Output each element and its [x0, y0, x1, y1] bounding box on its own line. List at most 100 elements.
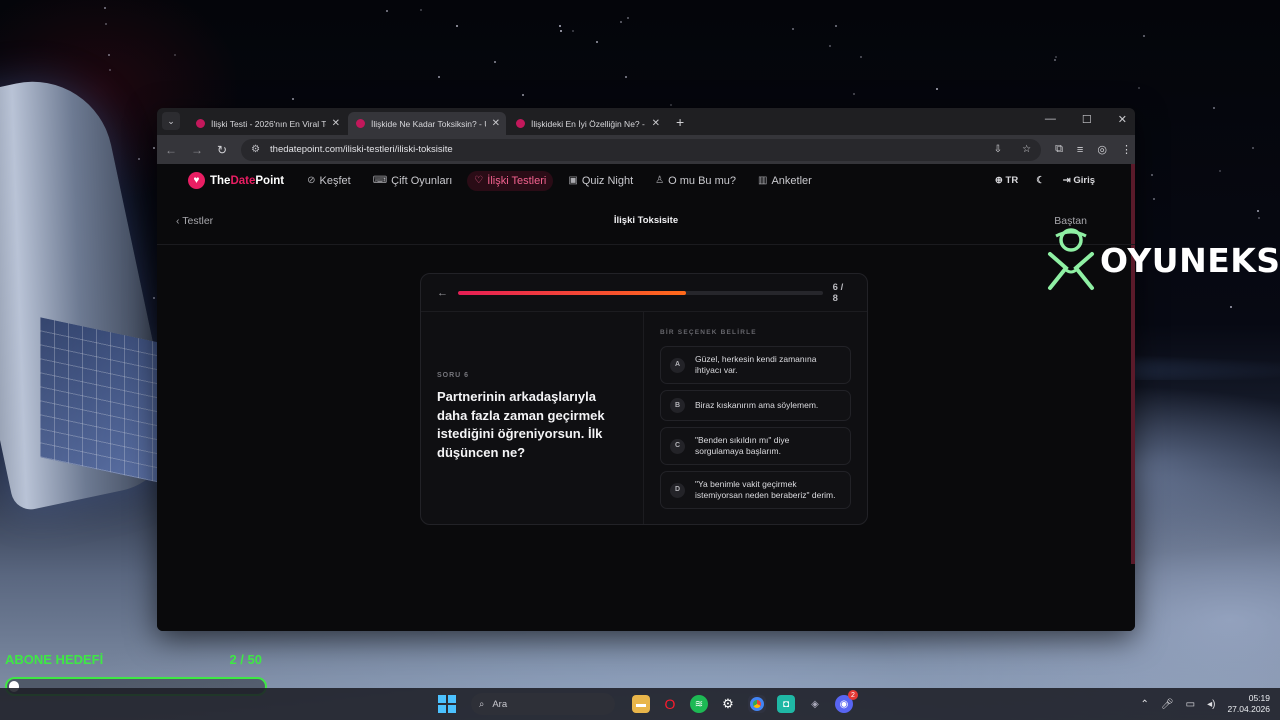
discord-icon[interactable]: ◉ 2 [835, 690, 858, 713]
file-explorer-icon[interactable]: ▬ [632, 695, 650, 713]
bookmark-star-icon[interactable]: ☆ [1022, 144, 1031, 155]
answers-column: BİR SEÇENEK BELİRLE A Güzel, herkesin ke… [644, 312, 867, 524]
media-icon[interactable]: ≡ [1077, 144, 1083, 156]
clock[interactable]: 05:19 27.04.2026 [1227, 693, 1270, 715]
star [521, 93, 524, 96]
nav-cift-oyunlari[interactable]: ⌨ Çift Oyunları [366, 171, 460, 191]
nav-anketler[interactable]: ▥ Anketler [751, 171, 819, 191]
star [571, 29, 574, 32]
monitor-icon[interactable]: ▭ [1186, 699, 1195, 710]
browser-tab-2[interactable]: İlişkide Ne Kadar Toksiksin? - Ü ✕ [348, 112, 506, 135]
heart-logo-icon: ♥ [188, 172, 205, 189]
star [1257, 217, 1260, 220]
option-a[interactable]: A Güzel, herkesin kendi zamanına ihtiyac… [660, 346, 851, 384]
nav-label: Keşfet [319, 174, 351, 187]
steam-icon[interactable]: ⚙ [719, 695, 737, 713]
star [456, 25, 459, 28]
spotify-icon[interactable]: ≋ [690, 695, 708, 713]
nav-label: O mu Bu mu? [668, 174, 736, 187]
option-c[interactable]: C "Benden sıkıldın mı" diye sorgulamaya … [660, 427, 851, 465]
taskbar-search[interactable]: ⌕ Ara [471, 693, 615, 715]
favicon-icon [196, 119, 205, 128]
nav-o-mu-bu-mu[interactable]: ♙ O mu Bu mu? [648, 171, 743, 191]
profile-icon[interactable]: ◎ [1097, 143, 1107, 156]
star [494, 60, 496, 63]
tab-title: İlişkideki En İyi Özelliğin Ne? - E [531, 118, 646, 129]
language-switch[interactable]: ⊕ TR [995, 175, 1018, 186]
nav-kesfet[interactable]: ⊘ Keşfet [300, 171, 358, 191]
maximize-icon[interactable]: ☐ [1082, 113, 1092, 126]
windows-start-icon[interactable] [438, 695, 456, 713]
microphone-icon[interactable]: 🎤︎ [1161, 699, 1174, 710]
back-arrow-icon[interactable]: ← [165, 143, 177, 157]
question-column: SORU 6 Partnerinin arkadaşlarıyla daha f… [421, 312, 644, 524]
tab-search-button[interactable]: ⌄ [162, 112, 180, 130]
progress-fill [458, 290, 686, 295]
previous-question-icon[interactable]: ← [437, 287, 448, 299]
favicon-icon [516, 119, 525, 128]
star [292, 97, 295, 100]
close-icon[interactable]: ✕ [652, 118, 660, 129]
browser-tab-1[interactable]: İlişki Testi - 2026'nın En Viral Te ✕ [188, 112, 346, 135]
restart-button[interactable]: Baştan [1054, 215, 1116, 227]
login-icon: ⇥ [1062, 175, 1071, 186]
star [560, 29, 563, 32]
nav-iliski-testleri[interactable]: ♡ İlişki Testleri [467, 170, 554, 191]
opera-icon[interactable]: O [661, 695, 679, 713]
login-label: Giriş [1073, 175, 1095, 186]
nav-label: Quiz Night [581, 174, 634, 187]
option-d[interactable]: D "Ya benimle vakit geçirmek istemiyorsa… [660, 471, 851, 509]
star [173, 54, 176, 57]
star [386, 9, 389, 12]
new-tab-icon[interactable]: + [676, 114, 684, 130]
tab-title: İlişkide Ne Kadar Toksiksin? - Ü [371, 118, 486, 129]
clock-date: 27.04.2026 [1227, 704, 1270, 714]
login-button[interactable]: ⇥ Giriş [1063, 175, 1095, 186]
star [859, 55, 862, 58]
tab-strip: ⌄ İlişki Testi - 2026'nın En Viral Te ✕ … [157, 108, 1135, 135]
astronaut-logo-icon [1048, 228, 1094, 290]
browser-tab-3[interactable]: İlişkideki En İyi Özelliğin Ne? - E ✕ [508, 112, 666, 135]
close-window-icon[interactable]: ✕ [1118, 113, 1127, 126]
star [936, 88, 939, 91]
back-to-tests-link[interactable]: ‹ Testler [176, 215, 213, 227]
volume-icon[interactable]: ◂) [1207, 699, 1215, 710]
solar-panel [40, 317, 160, 483]
star [419, 9, 422, 12]
install-app-icon[interactable]: ⇩ [994, 144, 1002, 155]
quiz-subheader: ‹ Testler İlişki Toksisite Baştan [157, 197, 1135, 245]
theme-toggle-moon-icon[interactable]: ☾ [1036, 175, 1045, 186]
menu-icon[interactable]: ⋮ [1121, 143, 1132, 156]
reload-icon[interactable]: ↻ [217, 143, 227, 157]
question-text: Partnerinin arkadaşlarıyla daha fazla za… [437, 389, 605, 460]
options-heading: BİR SEÇENEK BELİRLE [660, 329, 757, 336]
back-label: Testler [182, 214, 214, 227]
site-logo[interactable]: ♥ TheDatePoint [188, 172, 284, 189]
close-icon[interactable]: ✕ [492, 118, 500, 129]
board-icon: ▣ [568, 175, 578, 186]
language-label: TR [1005, 175, 1019, 186]
game-launcher-icon[interactable]: ◘ [777, 695, 795, 713]
site-header: ♥ TheDatePoint ⊘ Keşfet ⌨ Çift Oyunları … [157, 164, 1135, 197]
chrome-icon[interactable] [748, 695, 766, 713]
url-field[interactable]: ⚙ thedatepoint.com/iliski-testleri/ilisk… [241, 138, 1042, 161]
gamepad-icon: ⌨ [372, 175, 388, 186]
close-icon[interactable]: ✕ [332, 118, 340, 129]
option-letter: D [670, 482, 685, 498]
minimize-icon[interactable]: — [1045, 113, 1056, 126]
option-text: "Ya benimle vakit geçirmek istemiyorsan … [695, 478, 836, 501]
address-bar: ← → ↻ ⚙ thedatepoint.com/iliski-testleri… [157, 135, 1135, 164]
clock-time: 05:19 [1248, 693, 1270, 703]
search-icon: ⌕ [479, 698, 485, 710]
network-app-icon[interactable]: ◈ [806, 695, 824, 713]
site-settings-icon[interactable]: ⚙ [251, 144, 260, 155]
header-actions: ⊕ TR ☾ ⇥ Giriş [995, 175, 1135, 186]
chevron-up-icon[interactable]: ⌃ [1141, 699, 1149, 710]
logo-the: The [210, 174, 231, 187]
nav-quiz-night[interactable]: ▣ Quiz Night [561, 171, 640, 191]
star [627, 17, 630, 20]
option-b[interactable]: B Biraz kıskanırım ama söylemem. [660, 390, 851, 421]
goal-label: ABONE HEDEFİ [5, 652, 104, 667]
forward-arrow-icon[interactable]: → [191, 143, 203, 157]
extensions-icon[interactable]: ⧉ [1055, 143, 1063, 156]
